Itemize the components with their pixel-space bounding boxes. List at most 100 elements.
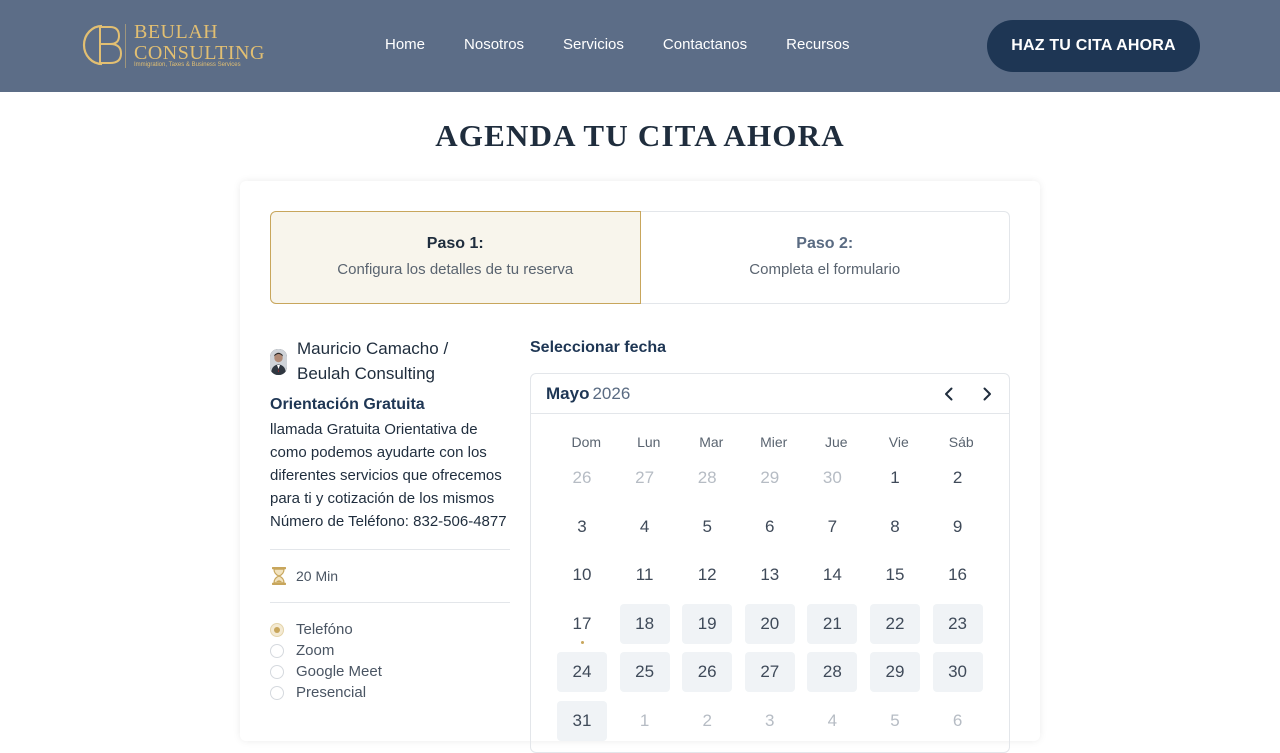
month-name: Mayo bbox=[546, 384, 590, 403]
calendar-day[interactable]: 25 bbox=[619, 652, 670, 692]
calendar-day[interactable]: 1 bbox=[870, 458, 920, 498]
host-name-line1: Mauricio Camacho / bbox=[297, 339, 449, 358]
select-date-heading: Seleccionar fecha bbox=[530, 339, 667, 356]
calendar-week-row: 26 27 28 29 30 1 2 bbox=[557, 458, 997, 507]
calendar-day[interactable]: 22 bbox=[869, 603, 920, 644]
calendar-day[interactable]: 17 bbox=[557, 604, 607, 644]
nav-home[interactable]: Home bbox=[385, 36, 425, 56]
calendar-day[interactable]: 19 bbox=[682, 603, 733, 644]
nav-servicios[interactable]: Servicios bbox=[563, 36, 624, 56]
calendar-day[interactable]: 7 bbox=[807, 507, 857, 547]
radio-button[interactable] bbox=[270, 643, 284, 658]
calendar-day[interactable]: 28 bbox=[807, 652, 858, 692]
calendar-day: 30 bbox=[822, 468, 842, 487]
calendar-day[interactable]: 20 bbox=[744, 603, 795, 644]
location-label: Telefóno bbox=[296, 621, 353, 638]
booking-card: Paso 1: Configura los detalles de tu res… bbox=[240, 181, 1040, 753]
weekday-label: Vie bbox=[888, 434, 909, 450]
nav-contactanos[interactable]: Contactanos bbox=[663, 36, 747, 56]
weekday-label: Jue bbox=[824, 434, 848, 450]
location-label: Google Meet bbox=[296, 663, 382, 680]
nav-nosotros[interactable]: Nosotros bbox=[464, 36, 524, 56]
calendar-day[interactable]: 9 bbox=[933, 507, 983, 547]
year-label: 2026 bbox=[592, 384, 631, 403]
calendar-day[interactable]: 15 bbox=[870, 555, 920, 595]
chevron-left-icon[interactable] bbox=[941, 386, 957, 402]
calendar-day[interactable]: 23 bbox=[932, 603, 983, 644]
weekday-label: Mar bbox=[699, 434, 724, 450]
calendar-month-label: Mayo 2026 bbox=[546, 384, 630, 404]
calendar: Mayo 2026 Dom Lun Mar Mier Jue Vie Sáb 26… bbox=[530, 373, 1010, 753]
location-option-zoom[interactable]: Zoom bbox=[270, 640, 510, 661]
calendar-day: 28 bbox=[697, 468, 717, 487]
calendar-day: 5 bbox=[890, 710, 900, 730]
calendar-header: Mayo 2026 bbox=[531, 374, 1009, 414]
calendar-day[interactable]: 10 bbox=[557, 555, 607, 595]
calendar-day[interactable]: 31 bbox=[557, 700, 607, 741]
calendar-day: 4 bbox=[827, 710, 838, 730]
location-label: Presencial bbox=[296, 684, 367, 701]
main-nav: Home Nosotros Servicios Contactanos Recu… bbox=[385, 36, 889, 56]
calendar-day[interactable]: 11 bbox=[620, 555, 670, 595]
calendar-week-row: 24 25 26 27 28 29 30 bbox=[557, 652, 997, 701]
radio-button[interactable] bbox=[270, 622, 284, 637]
location-option-telefono[interactable]: Telefóno bbox=[270, 619, 510, 640]
calendar-day[interactable]: 30 bbox=[932, 652, 983, 692]
calendar-days-grid: 26 27 28 29 30 1 2 3 4 5 6 7 8 9 10 11 12 13 14 15 16 17 18 19 2… bbox=[557, 458, 997, 749]
divider bbox=[270, 602, 510, 603]
calendar-week-row: 31 1 2 3 4 5 6 bbox=[557, 700, 997, 750]
location-option-google-meet[interactable]: Google Meet bbox=[270, 661, 510, 682]
radio-button[interactable] bbox=[270, 685, 284, 700]
logo[interactable]: BEULAH CONSULTING Immigration, Taxes & B… bbox=[78, 20, 268, 74]
booking-steps: Paso 1: Configura los detalles de tu res… bbox=[270, 211, 1010, 304]
calendar-day[interactable]: 12 bbox=[682, 555, 732, 595]
host-name-line2: Beulah Consulting bbox=[297, 364, 435, 383]
calendar-day[interactable]: 4 bbox=[620, 507, 670, 547]
calendar-day[interactable]: 27 bbox=[744, 652, 795, 692]
book-appointment-button[interactable]: HAZ TU CITA AHORA bbox=[987, 20, 1200, 72]
weekday-row: Dom Lun Mar Mier Jue Vie Sáb bbox=[555, 434, 993, 450]
hourglass-icon bbox=[272, 567, 286, 585]
divider bbox=[270, 549, 510, 550]
service-details: Mauricio Camacho / Beulah Consulting Ori… bbox=[270, 336, 510, 703]
calendar-week-row: 3456789 bbox=[557, 507, 997, 556]
logo-wordmark: BEULAH CONSULTING bbox=[134, 22, 265, 64]
calendar-day[interactable]: 29 bbox=[869, 652, 920, 692]
location-options: Telefóno Zoom Google Meet Presencial bbox=[270, 619, 510, 703]
step-2[interactable]: Paso 2: Completa el formulario bbox=[640, 211, 1010, 304]
calendar-day: 29 bbox=[760, 468, 780, 487]
step-2-subtitle: Completa el formulario bbox=[749, 261, 901, 278]
calendar-day[interactable]: 8 bbox=[870, 507, 920, 547]
calendar-week-row: 17 18 19 20 21 22 23 bbox=[557, 603, 997, 653]
weekday-label: Mier bbox=[760, 434, 788, 450]
calendar-day[interactable]: 21 bbox=[807, 603, 858, 644]
calendar-day: 26 bbox=[572, 468, 592, 487]
duration: 20 Min bbox=[270, 566, 510, 586]
weekday-label: Sáb bbox=[948, 434, 974, 450]
logo-name-line2: CONSULTING bbox=[134, 42, 265, 64]
chevron-right-icon[interactable] bbox=[979, 386, 995, 402]
calendar-day[interactable]: 5 bbox=[682, 507, 732, 547]
calendar-day: 2 bbox=[702, 710, 712, 730]
calendar-day[interactable]: 2 bbox=[933, 458, 983, 498]
avatar bbox=[270, 349, 287, 375]
step-1-subtitle: Configura los detalles de tu reserva bbox=[337, 261, 574, 278]
nav-recursos[interactable]: Recursos bbox=[786, 36, 849, 56]
calendar-day[interactable]: 18 bbox=[619, 603, 670, 644]
site-header: BEULAH CONSULTING Immigration, Taxes & B… bbox=[0, 0, 1280, 92]
calendar-day[interactable]: 6 bbox=[745, 507, 795, 547]
location-option-presencial[interactable]: Presencial bbox=[270, 682, 510, 703]
host-info: Mauricio Camacho / Beulah Consulting bbox=[270, 336, 510, 388]
calendar-day[interactable]: 24 bbox=[557, 652, 607, 692]
step-1[interactable]: Paso 1: Configura los detalles de tu res… bbox=[270, 211, 641, 304]
step-1-title: Paso 1: bbox=[426, 235, 484, 252]
radio-button[interactable] bbox=[270, 664, 284, 679]
calendar-day[interactable]: 3 bbox=[557, 507, 607, 547]
calendar-day[interactable]: 14 bbox=[807, 555, 857, 595]
calendar-day[interactable]: 13 bbox=[745, 555, 795, 595]
logo-monogram-icon bbox=[82, 24, 126, 68]
calendar-day[interactable]: 16 bbox=[933, 555, 983, 595]
step-2-title: Paso 2: bbox=[796, 235, 854, 252]
service-description: llamada Gratuita Orientativa de como pod… bbox=[270, 421, 507, 530]
calendar-day[interactable]: 26 bbox=[682, 652, 733, 692]
